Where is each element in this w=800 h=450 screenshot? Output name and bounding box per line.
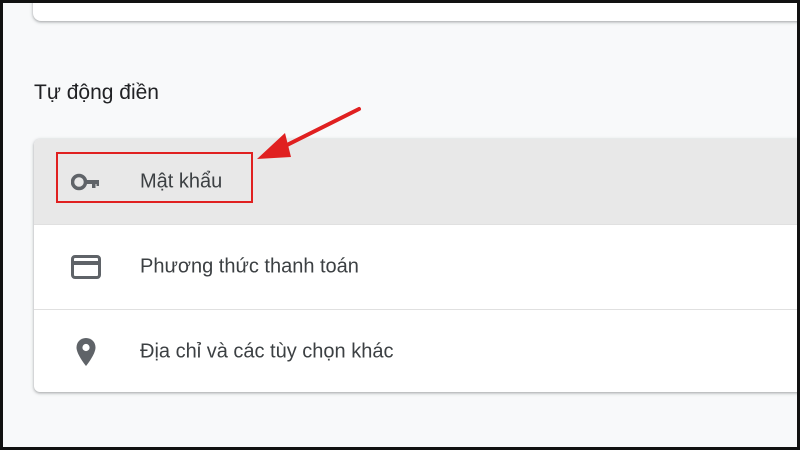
screenshot-frame: Tự động điền Mật khẩu Phương thức thanh …	[0, 0, 800, 450]
autofill-card: Mật khẩu Phương thức thanh toán Địa chỉ …	[34, 139, 797, 392]
autofill-item-payment-methods[interactable]: Phương thức thanh toán	[34, 224, 797, 309]
autofill-section-title: Tự động điền	[34, 81, 159, 104]
previous-settings-card	[33, 3, 797, 21]
key-icon	[70, 166, 102, 198]
autofill-item-label: Mật khẩu	[140, 170, 223, 192]
autofill-item-passwords[interactable]: Mật khẩu	[34, 139, 797, 224]
location-pin-icon	[70, 336, 102, 368]
autofill-item-label: Phương thức thanh toán	[140, 255, 359, 278]
autofill-item-addresses[interactable]: Địa chỉ và các tùy chọn khác	[34, 309, 797, 392]
credit-card-icon	[70, 251, 102, 283]
autofill-item-label: Địa chỉ và các tùy chọn khác	[140, 340, 394, 363]
